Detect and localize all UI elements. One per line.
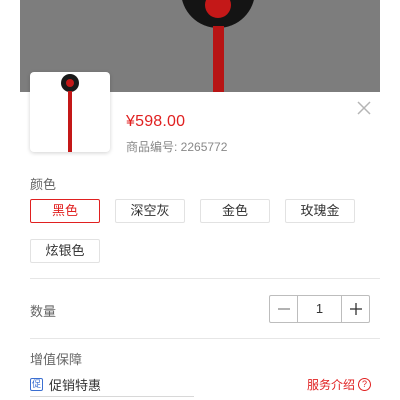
product-thumbnail	[30, 72, 110, 152]
section-divider	[30, 338, 380, 339]
color-option-black[interactable]: 黑色	[30, 199, 100, 223]
promotion-service-label: 促销特惠	[49, 377, 102, 393]
thumbnail-logo-shape	[66, 79, 74, 87]
color-option-rose-gold[interactable]: 玫瑰金	[285, 199, 355, 223]
plus-icon	[349, 303, 362, 315]
quantity-stepper: 1	[269, 295, 370, 323]
question-icon: ?	[358, 377, 372, 391]
promotion-badge-icon: 促	[30, 377, 43, 391]
close-button[interactable]	[354, 98, 374, 118]
thumbnail-cable-shape	[68, 91, 72, 152]
service-intro-label: 服务介绍	[307, 377, 356, 392]
minus-icon	[277, 308, 290, 310]
product-price: ¥598.00	[126, 113, 186, 130]
color-option-silver[interactable]: 炫银色	[30, 239, 100, 263]
service-section-label: 增值保障	[30, 352, 83, 367]
service-item-underline	[30, 396, 194, 397]
product-sku: 商品编号: 2265772	[126, 140, 228, 154]
quantity-value[interactable]: 1	[298, 296, 341, 322]
service-intro-link[interactable]: 服务介绍 ?	[307, 375, 372, 393]
color-option-gold[interactable]: 金色	[200, 199, 270, 223]
quantity-section-label: 数量	[30, 304, 57, 319]
earphone-cable-shape	[213, 26, 224, 92]
color-section-label: 颜色	[30, 177, 57, 192]
quantity-decrease-button[interactable]	[270, 296, 298, 322]
color-option-space-gray[interactable]: 深空灰	[115, 199, 185, 223]
section-divider	[30, 278, 380, 279]
promotion-service-option[interactable]: 促 促销特惠	[30, 375, 101, 393]
close-icon	[357, 101, 371, 115]
quantity-increase-button[interactable]	[341, 296, 369, 322]
